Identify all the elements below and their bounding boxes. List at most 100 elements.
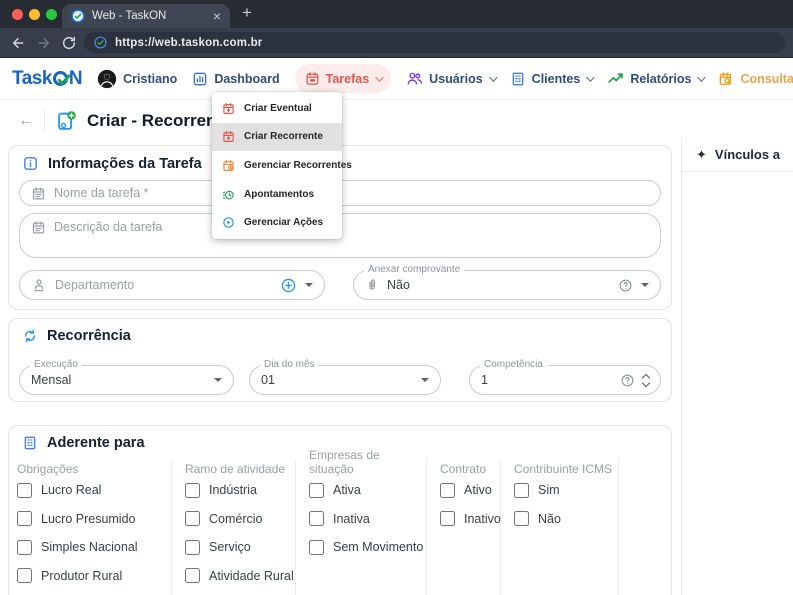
departamento-input[interactable]	[55, 278, 272, 292]
macos-close-button[interactable]	[12, 9, 23, 20]
calendar-plus-icon	[222, 102, 235, 115]
user-menu[interactable]: Cristiano	[97, 69, 177, 89]
checkbox-option[interactable]: Serviço	[185, 533, 295, 562]
checkbox-option[interactable]: Produtor Rural	[17, 562, 171, 591]
checkbox-option[interactable]: Simples Nacional	[17, 533, 171, 562]
checkbox-option[interactable]: Ativa	[309, 476, 426, 505]
anexar-comprovante-select[interactable]: Anexar comprovante	[353, 270, 661, 300]
menu-item-criar-recorrente[interactable]: Criar Recorrente	[212, 123, 342, 152]
checkbox[interactable]	[185, 540, 200, 555]
checkbox[interactable]	[17, 540, 32, 555]
checkbox-option[interactable]: Ativo	[440, 476, 500, 505]
chevron-down-icon	[586, 73, 594, 81]
menu-item-gerenciar-recorrentes[interactable]: Gerenciar Recorrentes	[212, 151, 342, 180]
help-icon[interactable]	[618, 278, 633, 293]
calendar-clock-icon	[222, 159, 235, 172]
checkbox-option[interactable]: Não	[514, 505, 618, 534]
sync-icon	[22, 328, 38, 344]
add-department-icon[interactable]	[280, 277, 297, 294]
checkbox-option[interactable]: Sim	[514, 476, 618, 505]
browser-window: Web - TaskON × + https://web.taskon.com.…	[0, 0, 793, 595]
back-button[interactable]: ←	[18, 113, 34, 129]
help-icon[interactable]	[620, 373, 635, 388]
info-icon	[22, 155, 39, 172]
group-header: Obrigações	[17, 459, 171, 476]
checkbox[interactable]	[440, 511, 455, 526]
checkbox[interactable]	[514, 511, 529, 526]
execucao-select[interactable]: Execução	[19, 365, 234, 395]
right-panel-vinculos: ✦ Vínculos a	[681, 138, 793, 595]
macos-minimize-button[interactable]	[29, 9, 40, 20]
dropdown-caret-icon	[305, 283, 313, 287]
right-panel-header: ✦ Vínculos a	[682, 138, 793, 172]
browser-tab[interactable]: Web - TaskON ×	[62, 4, 230, 28]
browser-forward-icon[interactable]	[36, 35, 52, 51]
address-bar[interactable]: https://web.taskon.com.br	[84, 32, 785, 53]
section-title-recorrencia: Recorrência	[22, 328, 131, 344]
checkbox-option[interactable]: Inativo	[440, 505, 500, 534]
checkbox-option[interactable]: Lucro Presumido	[17, 505, 171, 534]
checkbox[interactable]	[440, 483, 455, 498]
calendar-plus-icon	[222, 130, 235, 143]
building-icon	[22, 435, 38, 451]
checkbox-option[interactable]: Atividade Rural	[185, 562, 295, 591]
group-header: Empresas de situação	[309, 459, 426, 476]
anexar-comprovante-value[interactable]	[387, 278, 610, 292]
nav-tarefas[interactable]: Tarefas	[295, 64, 392, 93]
nav-relatorios[interactable]: Relatórios	[607, 70, 703, 87]
checkbox-option[interactable]: Indústria	[185, 476, 295, 505]
browser-back-icon[interactable]	[10, 35, 26, 51]
nav-consultas[interactable]: Consultas	[718, 71, 793, 87]
competencia-field[interactable]: Competência	[469, 365, 661, 395]
divider	[44, 110, 45, 132]
field-label: Anexar comprovante	[364, 264, 464, 276]
menu-item-gerenciar-acoes[interactable]: Gerenciar Ações	[212, 208, 342, 237]
menu-item-criar-eventual[interactable]: Criar Eventual	[212, 94, 342, 123]
checkbox[interactable]	[185, 511, 200, 526]
checkbox-option[interactable]: Comércio	[185, 505, 295, 534]
checkbox[interactable]	[309, 511, 324, 526]
dashboard-icon	[192, 71, 208, 87]
checkbox-option[interactable]: Sem Movimento	[309, 533, 426, 562]
browser-toolbar: https://web.taskon.com.br	[0, 28, 793, 58]
departamento-select[interactable]	[19, 270, 325, 300]
form-note-icon	[31, 220, 46, 235]
card-recorrencia: Recorrência Execução Dia do mês Competên…	[8, 318, 672, 402]
taskon-logo[interactable]: TaskN	[12, 68, 82, 90]
group-ramo-atividade: Ramo de atividade Indústria Comércio Ser…	[172, 459, 296, 595]
checkbox[interactable]	[17, 568, 32, 583]
logo-check-icon	[53, 71, 68, 86]
checkbox[interactable]	[309, 483, 324, 498]
nav-dashboard[interactable]: Dashboard	[192, 71, 279, 87]
field-label: Dia do mês	[260, 359, 319, 371]
execucao-value[interactable]	[31, 373, 206, 387]
tab-favicon-icon	[71, 9, 85, 23]
nome-tarefa-input[interactable]	[54, 186, 649, 200]
nav-clientes[interactable]: Clientes	[510, 71, 593, 87]
new-tab-button[interactable]: +	[242, 3, 252, 23]
menu-item-apontamentos[interactable]: Apontamentos	[212, 180, 342, 209]
group-empresas-situacao: Empresas de situação Ativa Inativa Sem M…	[296, 459, 427, 595]
descricao-tarefa-input[interactable]	[54, 220, 649, 234]
browser-reload-icon[interactable]	[61, 35, 77, 51]
group-header: Ramo de atividade	[185, 459, 295, 476]
dia-do-mes-value[interactable]	[261, 373, 413, 387]
number-stepper[interactable]	[643, 375, 649, 386]
checkbox[interactable]	[185, 568, 200, 583]
checkbox[interactable]	[17, 511, 32, 526]
nav-usuarios[interactable]: Usuários	[406, 70, 495, 87]
checkbox-option[interactable]: Inativa	[309, 505, 426, 534]
checkbox[interactable]	[514, 483, 529, 498]
paperclip-icon	[365, 278, 379, 292]
dia-do-mes-select[interactable]: Dia do mês	[249, 365, 441, 395]
usuarios-icon	[406, 70, 423, 87]
checkbox[interactable]	[309, 540, 324, 555]
competencia-value[interactable]	[481, 373, 612, 387]
checkbox-option[interactable]: Lucro Real	[17, 476, 171, 505]
checkbox[interactable]	[17, 483, 32, 498]
checkbox[interactable]	[185, 483, 200, 498]
tarefas-calendar-icon	[305, 71, 320, 86]
macos-zoom-button[interactable]	[46, 9, 57, 20]
section-title-informacoes: Informações da Tarefa	[22, 155, 202, 172]
tab-close-icon[interactable]: ×	[213, 9, 221, 23]
